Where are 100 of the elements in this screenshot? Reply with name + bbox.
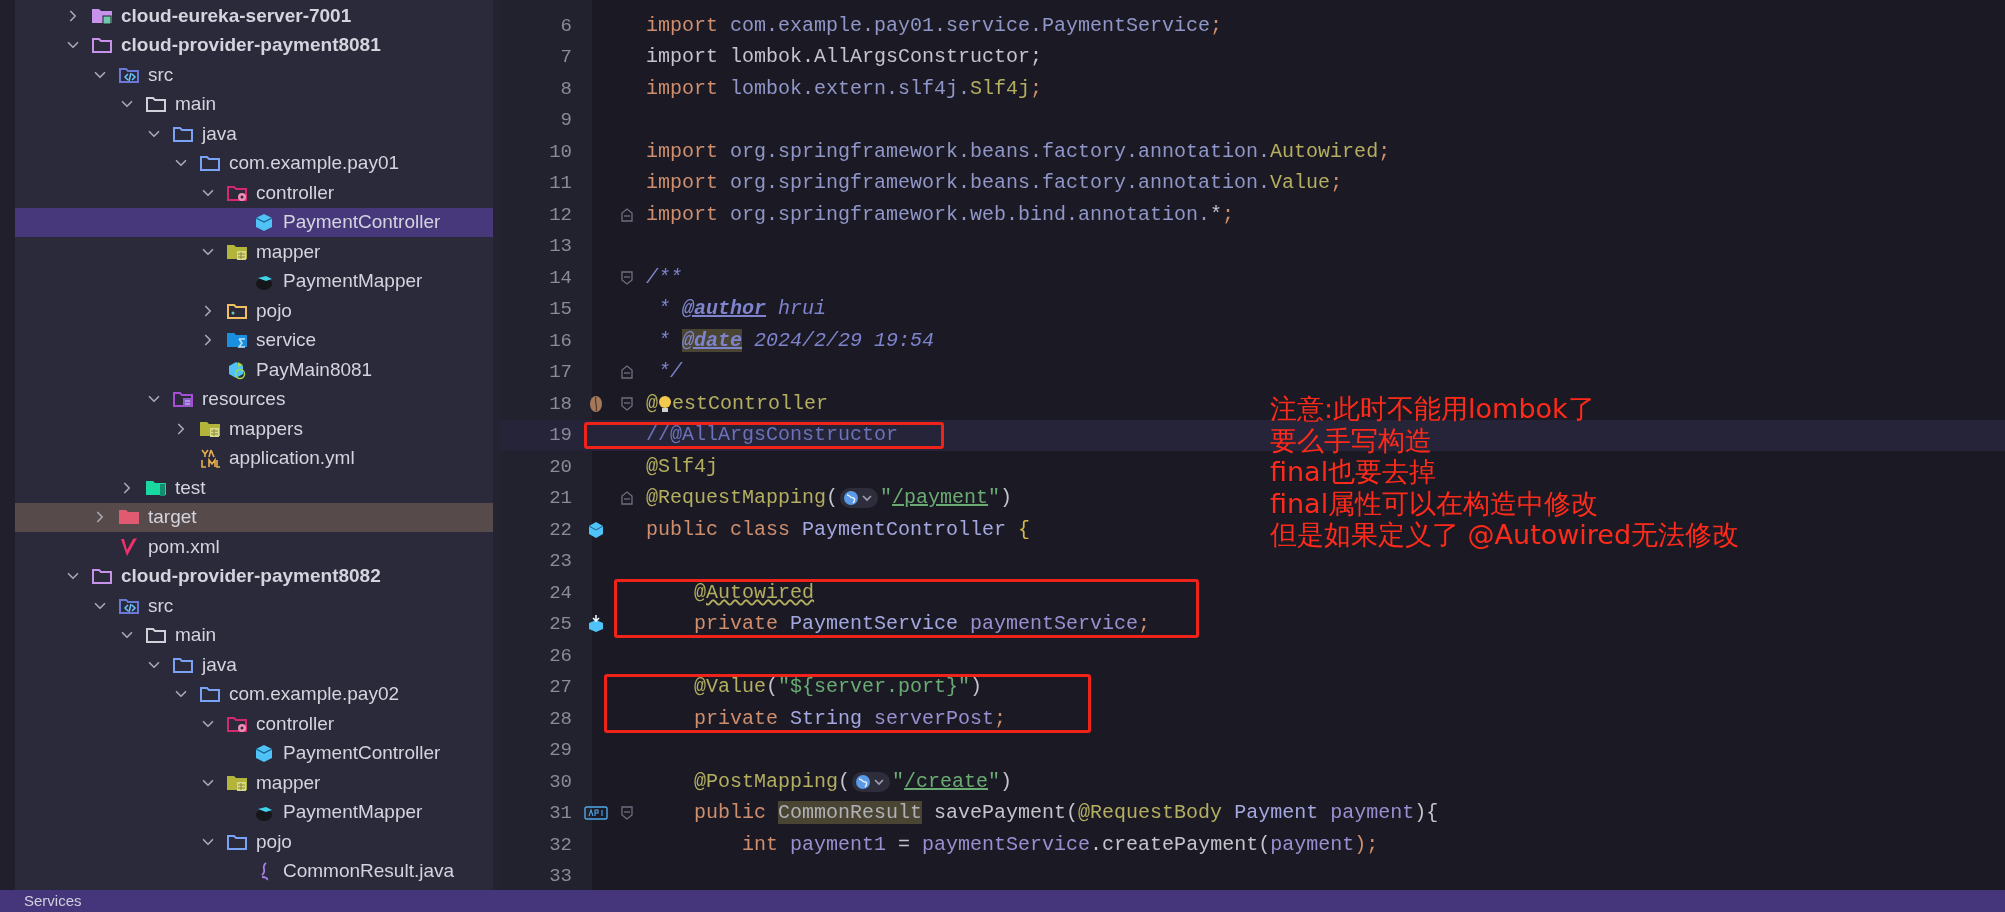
- code-text: import lombok.AllArgsConstructor;: [646, 44, 1043, 71]
- line-number: 7: [559, 45, 572, 70]
- tree-item[interactable]: cloud-eureka-server-7001: [15, 1, 493, 31]
- api-icon[interactable]: [584, 806, 608, 821]
- code-text: private PaymentService paymentService;: [693, 611, 1151, 638]
- line-number: 32: [548, 832, 572, 858]
- class-icon[interactable]: [588, 520, 604, 539]
- java-file-icon: [259, 861, 269, 881]
- code-text: public CommonResult savePayment(@RequestBody Payment payment){: [693, 800, 1439, 827]
- line-number: 11: [548, 171, 572, 196]
- resources-folder-icon: [172, 389, 194, 410]
- tool-window-tab[interactable]: Services: [24, 889, 82, 912]
- line-number: 13: [548, 234, 572, 259]
- tree-item[interactable]: main: [15, 89, 493, 119]
- fold-icon[interactable]: [621, 270, 633, 285]
- line-number: 12: [548, 202, 572, 228]
- tree-item[interactable]: pojo: [15, 296, 493, 326]
- code-text: import com.example.pay01.service.PaymentService;: [646, 12, 1223, 39]
- tree-item[interactable]: resources: [15, 384, 493, 414]
- line-number: 22: [548, 517, 572, 543]
- tree-item[interactable]: application.yml: [15, 443, 493, 473]
- line-number: 20: [548, 454, 572, 480]
- line-number: 26: [548, 643, 572, 669]
- tree-item[interactable]: PaymentController: [15, 207, 493, 237]
- line-number: 31: [548, 801, 572, 826]
- tree-item[interactable]: main: [15, 620, 493, 650]
- tree-item[interactable]: service: [15, 325, 493, 355]
- bean-icon[interactable]: [589, 394, 603, 413]
- tree-item[interactable]: mappers: [15, 414, 493, 444]
- tree-item[interactable]: mapper: [15, 237, 493, 267]
- tree-item[interactable]: mapper: [15, 768, 493, 798]
- code-text: import org.springframework.beans.factory.annotation.Autowired;: [646, 138, 1391, 165]
- code-text: @Autowired: [693, 579, 815, 606]
- tree-item[interactable]: pom.xml: [15, 532, 493, 562]
- code-text: private String serverPost;: [693, 705, 1007, 732]
- folder-icon: [199, 684, 221, 705]
- code-text: "/payment"): [880, 485, 1013, 512]
- line-number: 8: [559, 76, 572, 102]
- line-number: 33: [548, 864, 572, 889]
- line-number: 17: [548, 360, 572, 385]
- line-number: 10: [548, 139, 572, 165]
- code-text: /**: [646, 264, 682, 291]
- tree-item[interactable]: PaymentMapper: [15, 797, 493, 827]
- code-text: @: [646, 390, 658, 417]
- line-number: 27: [548, 675, 572, 700]
- folder-icon: [145, 625, 167, 646]
- tree-item[interactable]: controller: [15, 709, 493, 739]
- tree-item[interactable]: PayMain8081: [15, 355, 493, 385]
- fold-icon[interactable]: [621, 365, 633, 380]
- fold-icon[interactable]: [621, 207, 633, 222]
- annotation-text: 但是如果定义了 @Autowired无法修改: [1270, 519, 1740, 551]
- folder-icon: [199, 153, 221, 174]
- code-text: public class PaymentController {: [646, 516, 1031, 543]
- maven-icon: [118, 536, 140, 557]
- code-text: */: [657, 359, 682, 386]
- class-icon: [253, 212, 275, 233]
- code-text: int payment1 = paymentService.createPayment(payment);: [741, 831, 1379, 858]
- globe-dropdown-icon[interactable]: [852, 770, 891, 793]
- code-text: //@AllArgsConstructor: [646, 422, 899, 449]
- tree-item[interactable]: test: [15, 473, 493, 503]
- code-text: import org.springframework.beans.factory.annotation.Value;: [646, 170, 1343, 197]
- fold-icon[interactable]: [621, 396, 633, 411]
- fold-icon[interactable]: [621, 491, 633, 506]
- sigma-folder-icon: [226, 330, 248, 351]
- globe-dropdown-icon[interactable]: [840, 487, 879, 510]
- code-text: estController: [672, 390, 829, 417]
- tree-item[interactable]: src: [15, 60, 493, 90]
- code-text: @Value("${server.port}"): [693, 674, 983, 701]
- line-number: 6: [559, 13, 572, 39]
- tree-item[interactable]: PaymentController: [15, 738, 493, 768]
- implementation-icon[interactable]: [588, 615, 604, 634]
- line-number: 16: [548, 328, 572, 354]
- tree-item[interactable]: com.example.pay01: [15, 148, 493, 178]
- tree-item[interactable]: CommonResult.java: [15, 856, 493, 886]
- tree-item[interactable]: controller: [15, 178, 493, 208]
- code-text: import org.springframework.web.bind.annotation.*;: [646, 201, 1235, 228]
- code-text: import lombok.extern.slf4j.Slf4j;: [646, 75, 1043, 102]
- line-number: 23: [548, 549, 572, 574]
- tree-item[interactable]: cloud-provider-payment8082: [15, 561, 493, 591]
- tree-item[interactable]: java: [15, 650, 493, 680]
- tree-item[interactable]: target: [15, 502, 493, 532]
- annotation-text: final属性可以在构造中修改: [1270, 487, 1600, 519]
- class-icon: [253, 743, 275, 764]
- folder-icon: [145, 94, 167, 115]
- tree-item[interactable]: pojo: [15, 827, 493, 857]
- module-folder-icon: [91, 35, 113, 56]
- tree-item[interactable]: cloud-provider-payment8081: [15, 30, 493, 60]
- run-class-icon: [226, 359, 248, 380]
- code-text: * @author hrui: [657, 296, 827, 323]
- code-text: @Slf4j: [646, 453, 718, 480]
- tree-item[interactable]: java: [15, 119, 493, 149]
- line-number: 30: [548, 769, 572, 795]
- fold-icon[interactable]: [621, 806, 633, 821]
- module-folder-icon: [91, 566, 113, 587]
- line-number: 28: [548, 706, 572, 732]
- tree-item[interactable]: src: [15, 591, 493, 621]
- line-number: 24: [548, 580, 572, 606]
- code-text: @RequestMapping(: [646, 485, 839, 512]
- tree-item[interactable]: com.example.pay02: [15, 679, 493, 709]
- tree-item[interactable]: PaymentMapper: [15, 266, 493, 296]
